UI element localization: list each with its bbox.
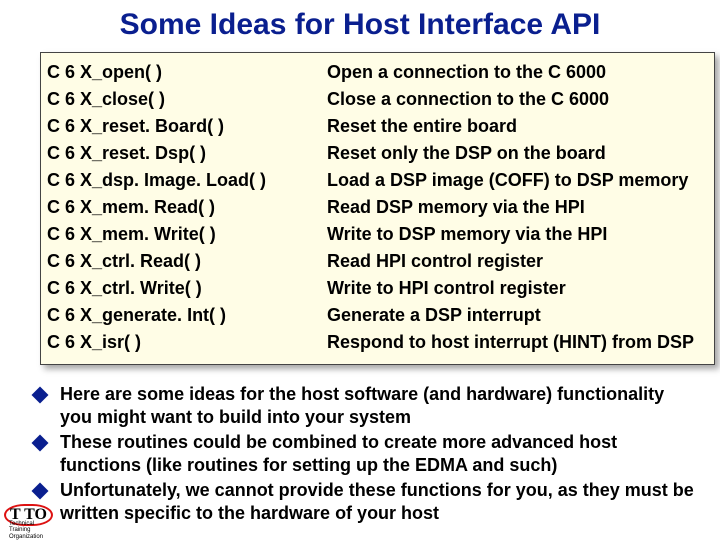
bullet-text: Unfortunately, we cannot provide these f… [60, 479, 700, 524]
bullet-item: Unfortunately, we cannot provide these f… [34, 479, 700, 524]
api-desc: Read DSP memory via the HPI [327, 194, 704, 221]
api-desc: Write to DSP memory via the HPI [327, 221, 704, 248]
bullet-item: Here are some ideas for the host softwar… [34, 383, 700, 428]
api-row: C 6 X_generate. Int( )Generate a DSP int… [47, 302, 704, 329]
bullet-list: Here are some ideas for the host softwar… [34, 383, 700, 524]
api-row: C 6 X_open( )Open a connection to the C … [47, 59, 704, 86]
api-fn: C 6 X_isr( ) [47, 329, 327, 356]
api-desc: Open a connection to the C 6000 [327, 59, 704, 86]
bullet-text: Here are some ideas for the host softwar… [60, 383, 700, 428]
api-row: C 6 X_ctrl. Write( )Write to HPI control… [47, 275, 704, 302]
api-desc: Reset only the DSP on the board [327, 140, 704, 167]
api-fn: C 6 X_open( ) [47, 59, 327, 86]
api-desc: Generate a DSP interrupt [327, 302, 704, 329]
api-desc: Respond to host interrupt (HINT) from DS… [327, 329, 704, 356]
api-fn: C 6 X_reset. Dsp( ) [47, 140, 327, 167]
bullet-item: These routines could be combined to crea… [34, 431, 700, 476]
api-desc: Reset the entire board [327, 113, 704, 140]
slide-title: Some Ideas for Host Interface API [0, 0, 720, 52]
diamond-bullet-icon [32, 387, 49, 404]
api-row: C 6 X_ctrl. Read( )Read HPI control regi… [47, 248, 704, 275]
api-desc: Read HPI control register [327, 248, 704, 275]
diamond-bullet-icon [32, 483, 49, 500]
api-fn: C 6 X_reset. Board( ) [47, 113, 327, 140]
api-row: C 6 X_dsp. Image. Load( )Load a DSP imag… [47, 167, 704, 194]
api-fn: C 6 X_close( ) [47, 86, 327, 113]
api-fn: C 6 X_ctrl. Write( ) [47, 275, 327, 302]
api-desc: Close a connection to the C 6000 [327, 86, 704, 113]
api-fn: C 6 X_mem. Write( ) [47, 221, 327, 248]
api-row: C 6 X_mem. Read( )Read DSP memory via th… [47, 194, 704, 221]
diamond-bullet-icon [32, 435, 49, 452]
bullet-text: These routines could be combined to crea… [60, 431, 700, 476]
tto-sub-line: Organization [9, 534, 43, 540]
api-desc: Load a DSP image (COFF) to DSP memory [327, 167, 704, 194]
api-row: C 6 X_mem. Write( )Write to DSP memory v… [47, 221, 704, 248]
api-fn: C 6 X_dsp. Image. Load( ) [47, 167, 327, 194]
api-table: C 6 X_open( )Open a connection to the C … [40, 52, 715, 365]
api-row: C 6 X_close( )Close a connection to the … [47, 86, 704, 113]
api-fn: C 6 X_generate. Int( ) [47, 302, 327, 329]
api-fn: C 6 X_mem. Read( ) [47, 194, 327, 221]
api-desc: Write to HPI control register [327, 275, 704, 302]
api-fn: C 6 X_ctrl. Read( ) [47, 248, 327, 275]
tto-subtitle: Technical Training Organization [9, 521, 43, 540]
api-row: C 6 X_reset. Board( )Reset the entire bo… [47, 113, 704, 140]
api-row: C 6 X_reset. Dsp( )Reset only the DSP on… [47, 140, 704, 167]
api-row: C 6 X_isr( )Respond to host interrupt (H… [47, 329, 704, 356]
